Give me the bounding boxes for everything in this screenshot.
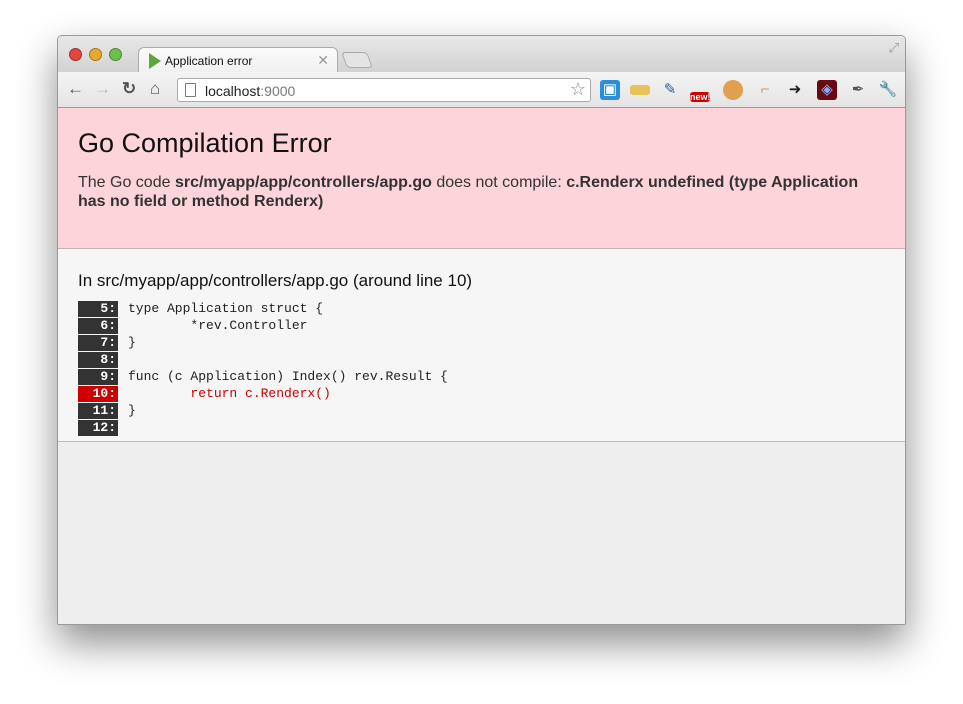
line-number: 9: <box>78 369 118 386</box>
send-to-phone-icon[interactable]: ➜ <box>785 80 805 100</box>
source-heading: In src/myapp/app/controllers/app.go (aro… <box>78 271 473 290</box>
url-host: localhost <box>205 83 261 99</box>
line-number: 11: <box>78 403 118 420</box>
error-file: src/myapp/app/controllers/app.go <box>174 174 432 191</box>
url-port: :9000 <box>260 83 296 99</box>
tab-title: Application error <box>165 54 253 68</box>
flow-diagram-icon[interactable]: ◈ <box>817 80 837 100</box>
pen-tool-icon[interactable]: ✒ <box>848 80 868 100</box>
code-text: return c.Renderx() <box>128 386 331 401</box>
bookmark-star-icon[interactable]: ☆ <box>570 79 586 100</box>
address-bar[interactable]: localhost:9000 ☆ <box>177 78 591 102</box>
line-number: 7: <box>78 335 118 352</box>
toolbar: ← → ↻ ⌂ localhost:9000 ☆ ▣ ✎ new! ⌐ ➜ ◈ … <box>58 72 905 108</box>
zoom-window-button[interactable] <box>109 48 122 61</box>
code-text: } <box>128 335 136 350</box>
page-content: Go Compilation Error The Go code src/mya… <box>58 108 905 624</box>
tab-close-icon[interactable]: ✕ <box>317 52 329 69</box>
line-number: 12: <box>78 420 118 437</box>
code-line: 7:} <box>78 335 885 352</box>
page-ruler-icon[interactable]: ⌐ <box>755 80 775 100</box>
tab-strip: Application error ✕ ⤢ <box>58 36 905 73</box>
code-line: 11:} <box>78 403 885 420</box>
error-description: The Go code src/myapp/app/controllers/ap… <box>78 174 859 210</box>
code-text: } <box>128 403 136 418</box>
reload-icon[interactable]: ↻ <box>122 79 136 99</box>
error-header: Go Compilation Error The Go code src/mya… <box>58 108 905 249</box>
ruler-icon[interactable] <box>630 85 650 95</box>
source-section: In src/myapp/app/controllers/app.go (aro… <box>58 249 905 442</box>
close-window-button[interactable] <box>69 48 82 61</box>
code-listing: 5: type Application struct { 6: *rev.Contr… <box>78 301 885 437</box>
line-number: 10: <box>78 386 118 403</box>
line-number: 8: <box>78 352 118 369</box>
code-line: 10: return c.Renderx() <box>78 386 885 403</box>
home-icon[interactable]: ⌂ <box>150 79 160 99</box>
cookie-icon[interactable] <box>723 80 743 100</box>
minimize-window-button[interactable] <box>89 48 102 61</box>
code-line: 8: <box>78 352 885 369</box>
camera-new-icon[interactable]: new! <box>690 92 711 102</box>
eyedropper-icon[interactable]: ✎ <box>660 80 680 100</box>
fullscreen-icon[interactable]: ⤢ <box>889 40 899 56</box>
tab-application-error[interactable]: Application error ✕ <box>138 47 338 73</box>
code-line: 6: *rev.Controller <box>78 318 885 335</box>
line-number: 6: <box>78 318 118 335</box>
forward-icon[interactable]: → <box>94 79 111 99</box>
code-text: type Application struct { <box>128 301 324 316</box>
code-line: 5: type Application struct { <box>78 301 885 318</box>
code-text: func (c Application) Index() rev.Result … <box>128 369 448 384</box>
page-icon <box>185 83 196 97</box>
back-icon[interactable]: ← <box>67 79 84 99</box>
line-number: 5: <box>78 301 118 318</box>
wrench-icon[interactable]: 🔧 <box>878 80 898 100</box>
play-favicon-icon <box>149 53 161 69</box>
code-line: 12: <box>78 420 885 437</box>
new-tab-button[interactable] <box>341 52 373 68</box>
code-text: *rev.Controller <box>128 318 308 333</box>
code-line: 9: func (c Application) Index() rev.Resul… <box>78 369 885 386</box>
screen-capture-icon[interactable]: ▣ <box>600 80 620 100</box>
error-title: Go Compilation Error <box>78 128 332 158</box>
browser-window: Application error ✕ ⤢ ← → ↻ ⌂ localhost:… <box>57 35 906 625</box>
